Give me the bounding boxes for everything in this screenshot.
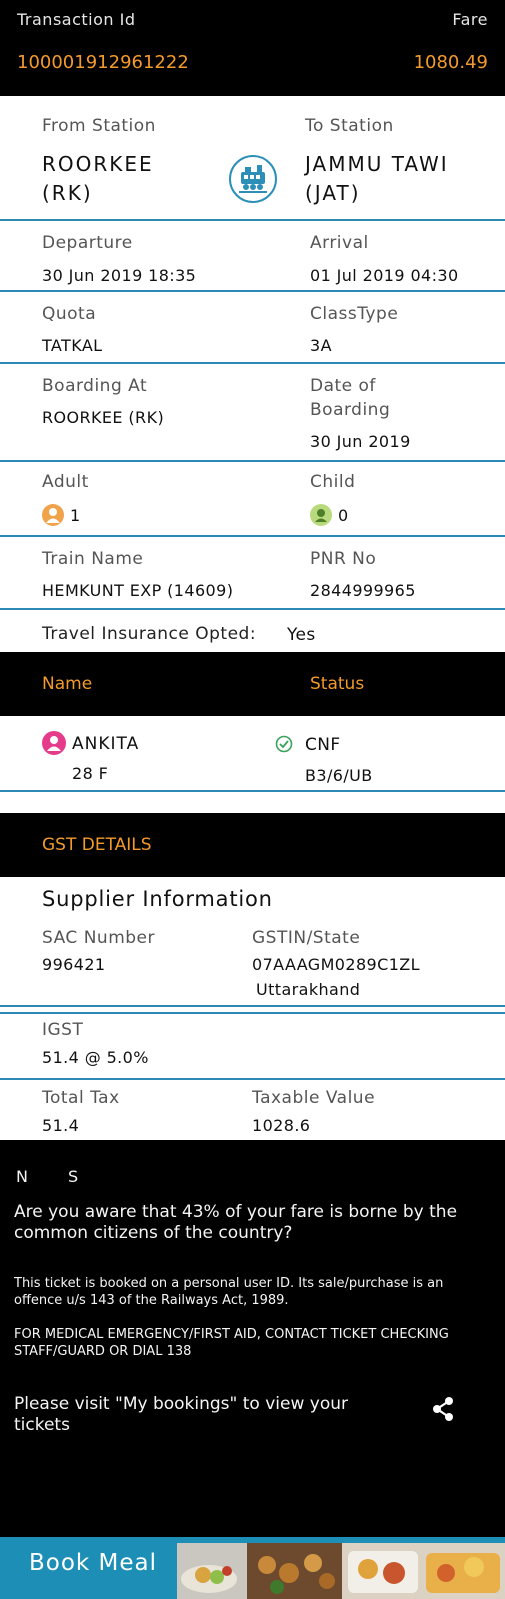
info-footer: N S Are you aware that 43% of your fare … xyxy=(0,1140,505,1537)
to-station-code: (JAT) xyxy=(305,181,361,205)
departure-label: Departure xyxy=(42,233,133,253)
from-station-name: ROORKEE xyxy=(42,152,154,176)
child-icon xyxy=(310,504,332,526)
arrival-value: 01 Jul 2019 04:30 xyxy=(310,266,459,285)
fare-value: 1080.49 xyxy=(413,52,488,73)
divider xyxy=(0,1078,505,1080)
fare-awareness-text: Are you aware that 43% of your fare is b… xyxy=(14,1202,458,1243)
ns-s: S xyxy=(68,1167,79,1186)
food-image xyxy=(177,1543,247,1599)
train-name-value: HEMKUNT EXP (14609) xyxy=(42,581,234,600)
arrival-label: Arrival xyxy=(310,233,369,253)
child-label: Child xyxy=(310,472,356,492)
class-type-label: ClassType xyxy=(310,304,399,324)
train-icon xyxy=(229,155,277,203)
from-station-label: From Station xyxy=(42,116,156,136)
boarding-at-value: ROORKEE (RK) xyxy=(42,408,165,427)
to-station-name: JAMMU TAWI xyxy=(305,152,449,176)
medical-emergency-notice: FOR MEDICAL EMERGENCY/FIRST AID, CONTACT… xyxy=(14,1327,449,1359)
taxable-value-label: Taxable Value xyxy=(252,1088,376,1108)
book-meal-button[interactable]: Book Meal xyxy=(29,1550,157,1576)
divider xyxy=(0,535,505,537)
female-passenger-icon xyxy=(42,731,66,755)
date-of-boarding-label-line2: Boarding xyxy=(310,400,391,420)
transaction-id-label: Transaction Id xyxy=(17,10,136,29)
to-station-label: To Station xyxy=(305,116,394,136)
passenger-age-gender: 28 F xyxy=(72,764,109,783)
pnr-label: PNR No xyxy=(310,549,377,569)
personal-id-notice: This ticket is booked on a personal user… xyxy=(14,1276,444,1308)
status-column-header: Status xyxy=(310,674,365,694)
my-bookings-text: Please visit "My bookings" to view your … xyxy=(14,1394,349,1435)
date-of-boarding-value: 30 Jun 2019 xyxy=(310,432,411,451)
quota-label: Quota xyxy=(42,304,97,324)
taxable-value-value: 1028.6 xyxy=(252,1116,311,1135)
gstin-state-label: GSTIN/State xyxy=(252,928,361,948)
divider xyxy=(0,790,505,792)
adult-label: Adult xyxy=(42,472,89,492)
booking-status: CNF xyxy=(305,735,341,755)
supplier-information-title: Supplier Information xyxy=(42,887,273,911)
passenger-header: Name Status xyxy=(0,652,505,716)
passenger-name: ANKITA xyxy=(72,734,140,754)
travel-insurance-label: Travel Insurance Opted: xyxy=(42,624,257,644)
divider xyxy=(0,1005,505,1007)
share-icon[interactable] xyxy=(428,1394,458,1424)
gst-details-title: GST DETAILS xyxy=(42,835,152,855)
train-name-label: Train Name xyxy=(42,549,144,569)
name-column-header: Name xyxy=(42,674,93,694)
transaction-header: Transaction Id Fare 100001912961222 1080… xyxy=(0,0,505,96)
check-circle-icon xyxy=(275,735,293,753)
boarding-at-label: Boarding At xyxy=(42,376,148,396)
fare-label: Fare xyxy=(452,10,488,29)
sac-number-label: SAC Number xyxy=(42,928,156,948)
travel-insurance-value: Yes xyxy=(287,625,316,645)
class-type-value: 3A xyxy=(310,336,332,355)
divider xyxy=(0,460,505,462)
igst-value: 51.4 @ 5.0% xyxy=(42,1048,149,1067)
child-count: 0 xyxy=(338,506,349,525)
adult-count: 1 xyxy=(70,506,81,525)
divider xyxy=(0,362,505,364)
gstin-value: 07AAAGM0289C1ZL xyxy=(252,955,420,974)
food-image xyxy=(247,1543,342,1599)
sac-number-value: 996421 xyxy=(42,955,106,974)
adult-icon xyxy=(42,504,64,526)
date-of-boarding-label-line1: Date of xyxy=(310,376,376,396)
departure-value: 30 Jun 2019 18:35 xyxy=(42,266,197,285)
divider xyxy=(0,608,505,610)
gst-header: GST DETAILS xyxy=(0,813,505,877)
divider xyxy=(0,219,505,221)
berth-details: B3/6/UB xyxy=(305,766,373,785)
from-station-code: (RK) xyxy=(42,181,93,205)
quota-value: TATKAL xyxy=(42,336,103,355)
total-tax-value: 51.4 xyxy=(42,1116,80,1135)
food-image xyxy=(342,1543,505,1599)
divider xyxy=(0,1012,505,1014)
divider xyxy=(0,290,505,292)
transaction-id-value: 100001912961222 xyxy=(17,52,189,73)
pnr-value: 2844999965 xyxy=(310,581,416,600)
igst-label: IGST xyxy=(42,1020,84,1040)
ns-n: N xyxy=(16,1167,28,1186)
total-tax-label: Total Tax xyxy=(42,1088,120,1108)
state-value: Uttarakhand xyxy=(256,980,361,999)
